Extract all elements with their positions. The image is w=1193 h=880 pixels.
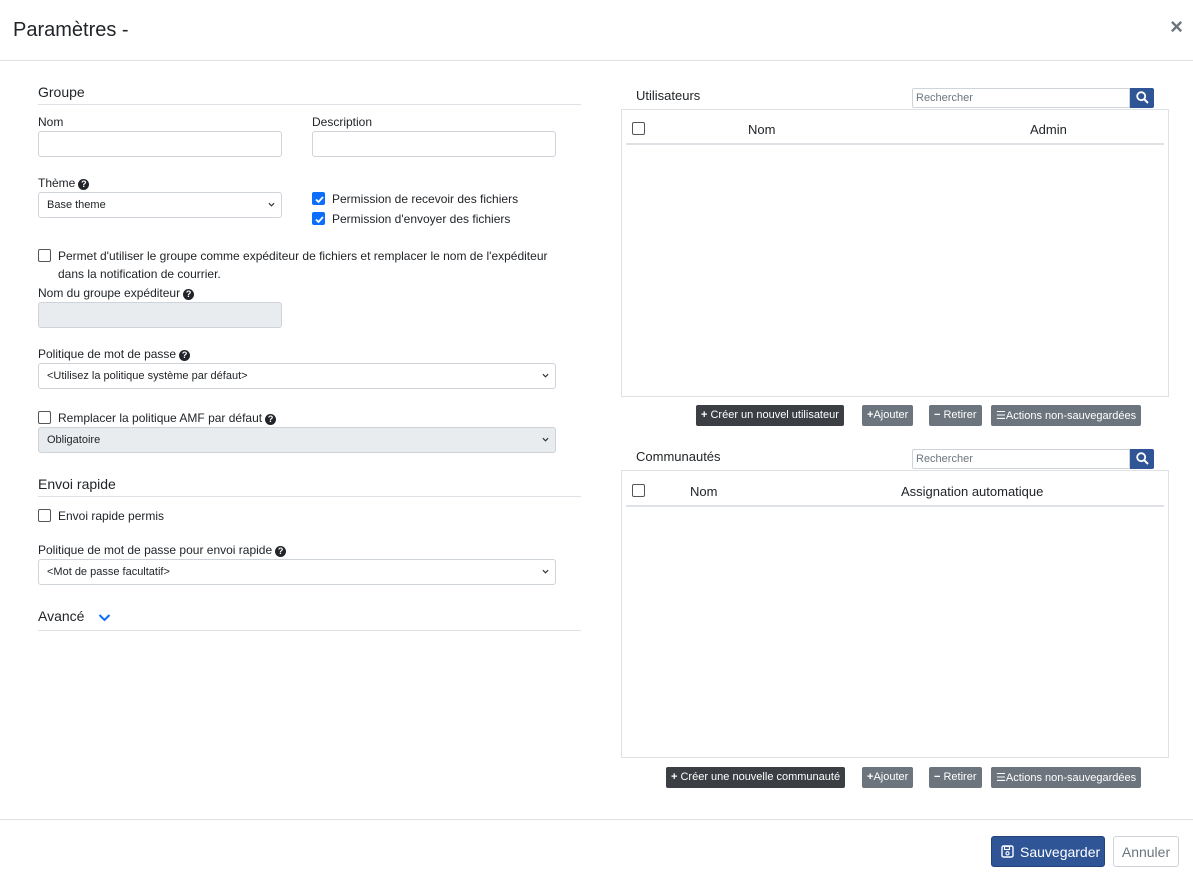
name-input[interactable] — [38, 131, 282, 157]
check-icon — [315, 196, 324, 204]
perm-send-checkbox[interactable] — [312, 212, 325, 225]
save-button[interactable]: Sauvegarder — [991, 836, 1105, 867]
chevron-down-icon — [542, 569, 549, 574]
theme-select[interactable]: Base theme — [38, 192, 282, 218]
chevron-down-icon — [99, 614, 111, 622]
quick-send-section-title: Envoi rapide — [38, 476, 116, 492]
chevron-down-icon — [542, 437, 549, 442]
help-icon[interactable]: ? — [179, 350, 191, 361]
theme-label-text: Thème — [38, 176, 76, 190]
check-icon — [315, 216, 324, 224]
help-icon[interactable]: ? — [275, 546, 287, 557]
add-community-label: Ajouter — [873, 771, 909, 783]
perm-send-label: Permission d'envoyer des fichiers — [332, 212, 511, 226]
cancel-button[interactable]: Annuler — [1113, 836, 1179, 867]
add-user-button[interactable]: +Ajouter — [862, 405, 914, 426]
communities-select-all-checkbox[interactable] — [632, 484, 645, 497]
close-icon[interactable]: × — [1170, 16, 1183, 38]
sender-group-label-line2: dans la notification de courrier. — [58, 267, 221, 281]
communities-search-input[interactable]: Rechercher — [912, 449, 1130, 469]
quick-send-allowed-checkbox[interactable] — [38, 509, 51, 522]
help-icon[interactable]: ? — [183, 289, 195, 300]
mfa-value: Obligatoire — [47, 434, 101, 446]
mfa-override-label-text: Remplacer la politique AMF par défaut — [58, 411, 263, 425]
add-community-button[interactable]: +Ajouter — [862, 767, 914, 788]
password-policy-select[interactable]: <Utilisez la politique système par défau… — [38, 363, 556, 389]
remove-community-label: Retirer — [943, 771, 977, 783]
sender-group-label-line1: Permet d'utiliser le groupe comme expédi… — [58, 249, 548, 263]
mfa-override-checkbox[interactable] — [38, 411, 51, 424]
create-user-label: Créer un nouvel utilisateur — [710, 409, 839, 421]
theme-select-value: Base theme — [47, 199, 106, 211]
perm-receive-label: Permission de recevoir des fichiers — [332, 192, 519, 206]
group-section-title: Groupe — [38, 84, 85, 100]
quick-send-password-label: Politique de mot de passe pour envoi rap… — [38, 543, 287, 557]
users-search-button[interactable] — [1130, 88, 1154, 108]
save-icon — [1001, 845, 1014, 858]
quick-send-password-value: <Mot de passe facultatif> — [47, 566, 170, 578]
quick-send-allowed-label: Envoi rapide permis — [58, 509, 165, 523]
communities-unsaved-label: Actions non-sauvegardées — [1005, 772, 1137, 784]
description-label: Description — [312, 115, 373, 129]
password-policy-label-text: Politique de mot de passe — [38, 347, 177, 361]
mfa-override-label: Remplacer la politique AMF par défaut? — [58, 411, 277, 425]
users-col-name[interactable]: Nom — [748, 122, 775, 137]
advanced-toggle[interactable]: Avancé — [38, 608, 111, 624]
password-policy-value: <Utilisez la politique système par défau… — [47, 370, 248, 382]
sender-name-label: Nom du groupe expéditeur? — [38, 286, 195, 300]
communities-unsaved-actions-button[interactable]: ☰Actions non-sauvegardées — [991, 767, 1142, 788]
users-col-admin[interactable]: Admin — [1030, 122, 1067, 137]
password-policy-label: Politique de mot de passe? — [38, 347, 191, 361]
quick-send-section-divider — [38, 496, 581, 497]
users-select-all-checkbox[interactable] — [632, 122, 645, 135]
advanced-section-divider — [38, 630, 581, 631]
help-icon[interactable]: ? — [78, 179, 90, 190]
communities-header-divider — [626, 505, 1164, 507]
list-icon: ☰ — [996, 410, 1006, 422]
dialog-header: Paramètres - × — [0, 0, 1193, 61]
remove-user-label: Retirer — [943, 409, 977, 421]
communities-col-name[interactable]: Nom — [690, 484, 717, 499]
users-unsaved-actions-button[interactable]: ☰Actions non-sauvegardées — [991, 405, 1142, 426]
save-label: Sauvegarder — [1020, 844, 1101, 860]
add-user-label: Ajouter — [873, 409, 909, 421]
theme-label: Thème? — [38, 176, 90, 190]
sender-group-checkbox[interactable] — [38, 249, 51, 262]
users-unsaved-label: Actions non-sauvegardées — [1005, 410, 1137, 422]
remove-community-button[interactable]: − Retirer — [929, 767, 982, 788]
chevron-down-icon — [542, 373, 549, 378]
name-label: Nom — [38, 115, 64, 129]
communities-table — [621, 470, 1169, 758]
quick-send-password-select[interactable]: <Mot de passe facultatif> — [38, 559, 556, 585]
help-icon[interactable]: ? — [265, 414, 277, 425]
dialog-title: Paramètres - — [13, 19, 129, 41]
description-input[interactable] — [312, 131, 556, 157]
sender-name-label-text: Nom du groupe expéditeur — [38, 286, 181, 300]
users-search-input[interactable]: Rechercher — [912, 88, 1130, 108]
perm-receive-checkbox[interactable] — [312, 192, 325, 205]
search-icon — [1136, 452, 1149, 465]
users-table — [621, 109, 1169, 397]
users-title: Utilisateurs — [636, 88, 701, 103]
list-icon: ☰ — [996, 772, 1006, 784]
quick-send-password-label-text: Politique de mot de passe pour envoi rap… — [38, 543, 273, 557]
footer-divider — [0, 819, 1193, 820]
create-community-button[interactable]: + Créer une nouvelle communauté — [666, 767, 846, 788]
communities-search-button[interactable] — [1130, 449, 1154, 469]
remove-user-button[interactable]: − Retirer — [929, 405, 982, 426]
chevron-down-icon — [268, 202, 275, 207]
mfa-select: Obligatoire — [38, 427, 556, 453]
search-icon — [1136, 91, 1149, 104]
users-header-divider — [626, 143, 1164, 145]
create-user-button[interactable]: + Créer un nouvel utilisateur — [696, 405, 844, 426]
sender-name-input — [38, 302, 282, 328]
communities-col-auto[interactable]: Assignation automatique — [901, 484, 1043, 499]
advanced-label: Avancé — [38, 608, 85, 624]
group-section-divider — [38, 104, 581, 105]
communities-title: Communautés — [636, 449, 721, 464]
create-community-label: Créer une nouvelle communauté — [680, 771, 841, 783]
